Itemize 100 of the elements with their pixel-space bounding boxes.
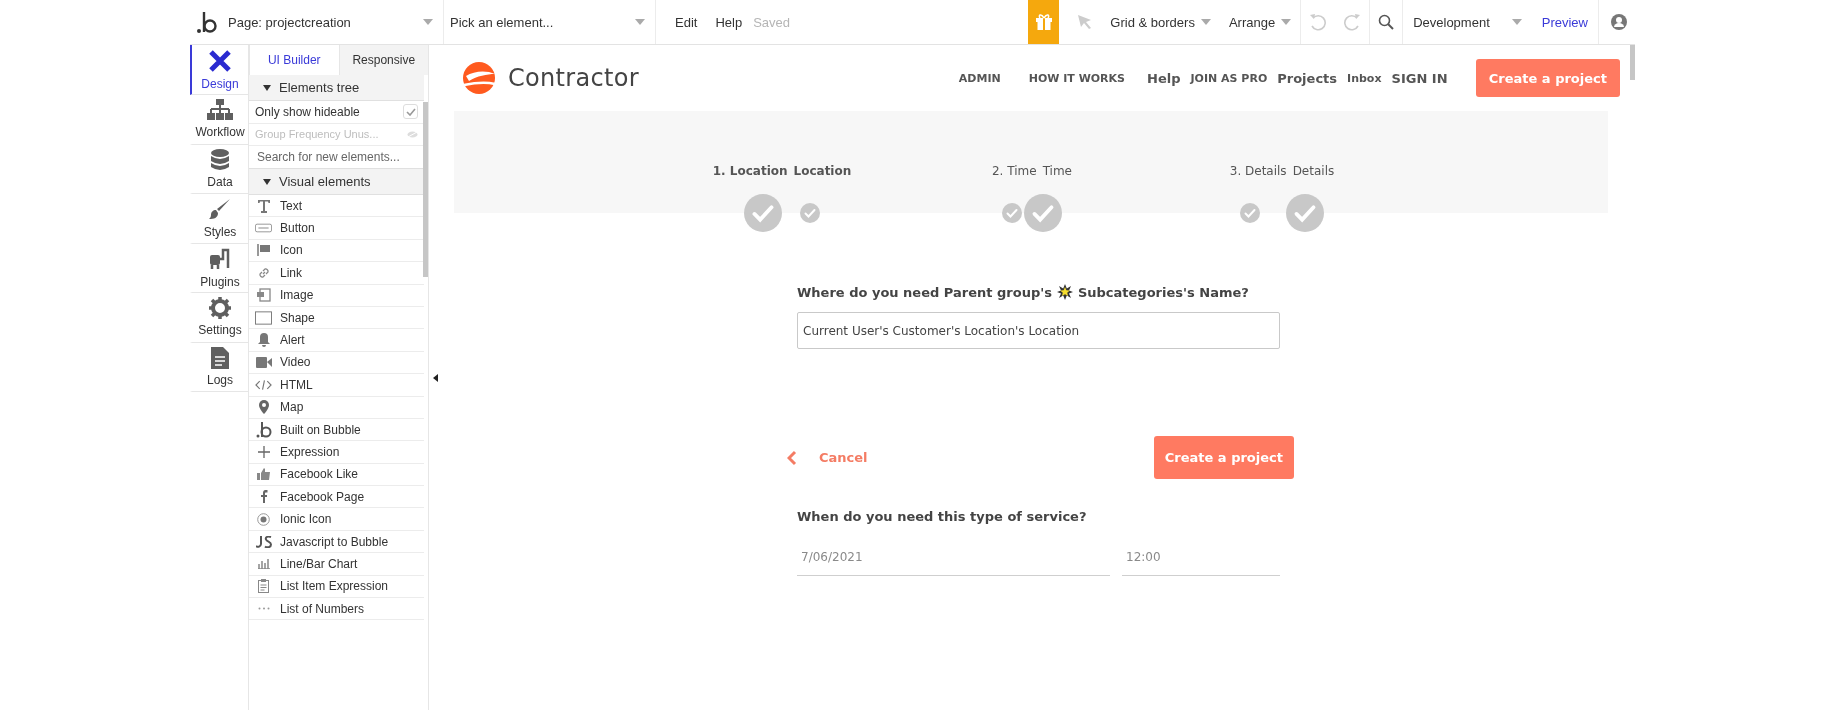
sidebar-tab[interactable]: Settings [190,293,248,343]
nav-link[interactable]: Inbox [1347,71,1382,85]
triangle-icon [263,84,271,91]
filter-label: Only show hideable [255,104,360,119]
code-icon [255,379,272,390]
nav-link[interactable]: HOW IT WORKS [1028,71,1126,85]
sidebar-tab[interactable]: Workflow [190,95,248,145]
element-item[interactable]: List of Numbers [249,598,424,621]
section-header[interactable]: Elements tree [249,75,424,101]
small-button-icon [255,223,272,234]
element-label: Icon [280,243,303,258]
element-item[interactable]: List Item Expression [249,575,424,599]
nav-link[interactable]: SIGN IN [1391,70,1448,86]
element-item[interactable]: Map [249,396,424,419]
brush-icon [208,197,232,222]
element-dropdown[interactable]: Pick an element... [444,0,656,44]
serif-t-icon [255,198,272,213]
element-item[interactable]: Expression [249,441,424,464]
element-label: Line/Bar Chart [280,556,358,571]
element-item[interactable]: Video [249,351,424,375]
element-item[interactable]: HTML [249,374,424,397]
brand-logo-icon [462,61,496,95]
sidebar-tab[interactable]: Logs [190,342,248,392]
video-camera-icon [255,356,272,368]
element-label: List Item Expression [280,579,389,594]
element-label: Link [280,265,302,280]
section-header[interactable]: Visual elements [249,169,424,195]
check-circle-icon [1240,203,1260,223]
element-label: Javascript to Bubble [280,534,389,549]
element-label: List of Numbers [280,601,365,616]
database-icon [211,148,229,171]
arrange-menu[interactable]: Arrange [1219,0,1301,44]
element-item[interactable]: Ionic Icon [249,508,424,531]
js-icon [255,535,272,548]
gift-button[interactable] [1028,0,1060,44]
time-field[interactable]: 12:00 [1122,538,1280,576]
element-label: Button [280,221,315,236]
element-item[interactable]: Line/Bar Chart [249,553,424,576]
plus-icon [255,446,272,458]
question-text: Subcategories's Name? [1077,284,1249,300]
checkbox[interactable] [403,104,418,120]
step-label: 1. Location [712,164,788,178]
scrollbar-thumb[interactable] [423,102,428,277]
collapse-arrow-icon[interactable] [433,373,438,382]
element-item[interactable]: Built on Bubble [249,418,424,442]
element-label: Built on Bubble [280,422,361,437]
preview-link[interactable]: Preview [1531,0,1598,44]
element-item[interactable]: Facebook Like [249,463,424,487]
caret-icon [635,19,645,25]
search-icon[interactable] [1369,0,1404,44]
scrollbar-thumb[interactable] [1630,45,1635,80]
sidebar-tab[interactable]: Data [190,144,248,194]
element-item[interactable]: Facebook Page [249,486,424,509]
grid-borders-menu[interactable]: Grid & borders [1101,0,1220,44]
element-item[interactable]: Image [249,284,424,307]
step-label: 3. Details [1229,164,1287,178]
question-text: Where do you need Parent group's [797,284,1052,300]
rectangle-icon [255,310,272,325]
page-dropdown[interactable]: Page: projectcreation [222,0,444,44]
check-circle-icon [800,203,820,223]
date-field[interactable]: 7/06/2021 [797,538,1110,576]
nav-link[interactable]: ADMIN [958,71,1001,85]
step-label: 2. Time [992,164,1037,178]
hidden-eye-icon [407,130,418,138]
element-label: Alert [280,333,305,348]
element-label: Ionic Icon [280,512,332,527]
element-label: Text [280,198,302,213]
thumbs-up-icon [255,468,272,481]
gear-icon [209,297,231,320]
caret-icon [1511,19,1522,25]
panel-tab[interactable]: Responsive [338,45,428,75]
plug-icon [208,246,232,271]
menu-item[interactable]: Edit [666,0,707,44]
element-label: Image [280,288,314,303]
nav-link[interactable]: Help [1147,70,1181,86]
clipboard-icon [255,579,272,594]
gift-icon [1034,13,1053,31]
sidebar-tab[interactable]: Styles [190,194,248,244]
menu-item[interactable]: Help [706,0,752,44]
element-item[interactable]: Shape [249,306,424,330]
environment-menu[interactable]: Development [1403,0,1532,44]
nav-link[interactable]: Projects [1277,70,1338,86]
caret-icon [1281,19,1292,25]
star-burst-icon [1056,284,1073,300]
step-label: Details [1292,164,1335,178]
triangle-icon [263,178,271,185]
element-item[interactable]: Alert [249,329,424,352]
element-label: HTML [280,377,313,392]
hierarchy-icon [207,99,233,122]
check-circle-icon [1002,203,1022,223]
location-field[interactable]: Current User's Customer's Location's Location [797,312,1280,349]
nav-link[interactable]: JOIN AS PRO [1190,71,1268,85]
question-text: When do you need this type of service? [797,509,1087,524]
document-icon [211,346,229,369]
crossed-tools-icon [208,48,232,73]
save-status: Saved [752,13,792,32]
bubble-logo[interactable] [196,10,218,34]
element-item[interactable]: Javascript to Bubble [249,530,424,554]
sidebar-tab[interactable]: Plugins [190,243,248,293]
element-label: Facebook Page [280,489,365,504]
